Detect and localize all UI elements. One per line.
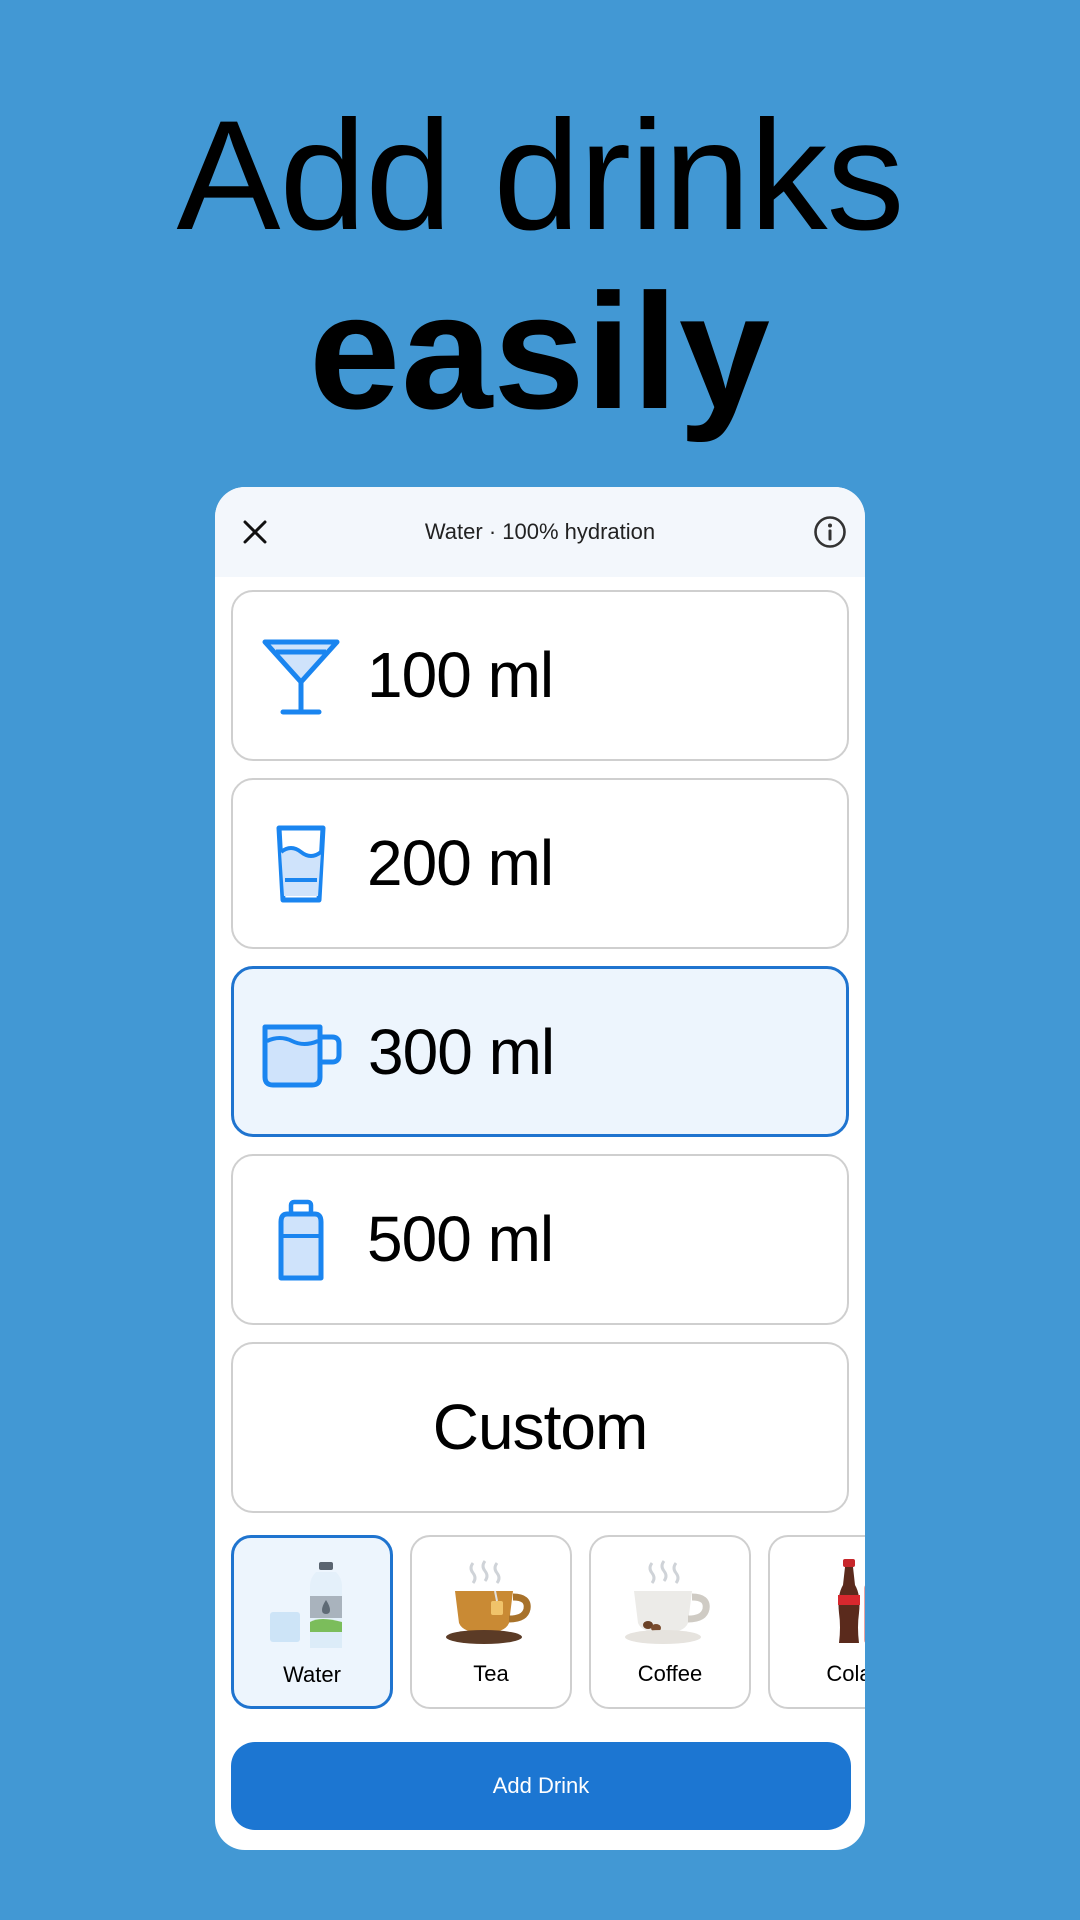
coffee-cup-icon bbox=[591, 1555, 749, 1651]
amount-option-300ml[interactable]: 300 ml bbox=[231, 966, 849, 1137]
mug-icon bbox=[260, 1011, 344, 1095]
info-icon bbox=[814, 516, 846, 548]
drink-card-tea[interactable]: Tea bbox=[410, 1535, 572, 1709]
drink-card-water[interactable]: Water bbox=[231, 1535, 393, 1709]
amount-option-label: 100 ml bbox=[367, 639, 554, 711]
drink-card-cola[interactable]: Cola bbox=[768, 1535, 865, 1709]
amount-option-500ml[interactable]: 500 ml bbox=[231, 1154, 849, 1325]
drink-label: Water bbox=[283, 1662, 341, 1687]
add-drink-screen: Water · 100% hydration 100 ml 200 ml 300… bbox=[215, 487, 865, 1850]
close-icon bbox=[243, 520, 267, 544]
amount-option-label: 500 ml bbox=[367, 1203, 554, 1275]
amount-option-label: 300 ml bbox=[368, 1016, 555, 1088]
cocktail-glass-icon bbox=[259, 634, 343, 718]
headline-line-1: Add drinks bbox=[176, 89, 904, 263]
water-bottle-icon bbox=[234, 1556, 390, 1652]
drink-type-list[interactable]: Water Tea Coffee Col bbox=[231, 1535, 865, 1711]
amount-option-custom[interactable]: Custom bbox=[231, 1342, 849, 1513]
tea-cup-icon bbox=[412, 1555, 570, 1651]
drink-label: Coffee bbox=[637, 1661, 703, 1686]
amount-option-200ml[interactable]: 200 ml bbox=[231, 778, 849, 949]
drink-label: Tea bbox=[473, 1661, 509, 1686]
amount-option-label: 200 ml bbox=[367, 827, 554, 899]
add-drink-button[interactable]: Add Drink bbox=[231, 1742, 851, 1830]
drink-label: Cola bbox=[826, 1661, 865, 1686]
water-glass-icon bbox=[259, 822, 343, 906]
close-button[interactable] bbox=[233, 510, 277, 554]
cola-bottle-icon bbox=[770, 1555, 865, 1651]
amount-option-label: Custom bbox=[432, 1391, 649, 1463]
bottle-icon bbox=[259, 1198, 343, 1282]
amount-option-100ml[interactable]: 100 ml bbox=[231, 590, 849, 761]
drink-type-title: Water · 100% hydration bbox=[424, 519, 656, 544]
top-bar: Water · 100% hydration bbox=[215, 487, 865, 577]
headline-line-2: easily bbox=[309, 260, 771, 443]
headline: Add drinks easily bbox=[0, 88, 1080, 440]
drink-card-coffee[interactable]: Coffee bbox=[589, 1535, 751, 1709]
info-button[interactable] bbox=[807, 509, 853, 555]
